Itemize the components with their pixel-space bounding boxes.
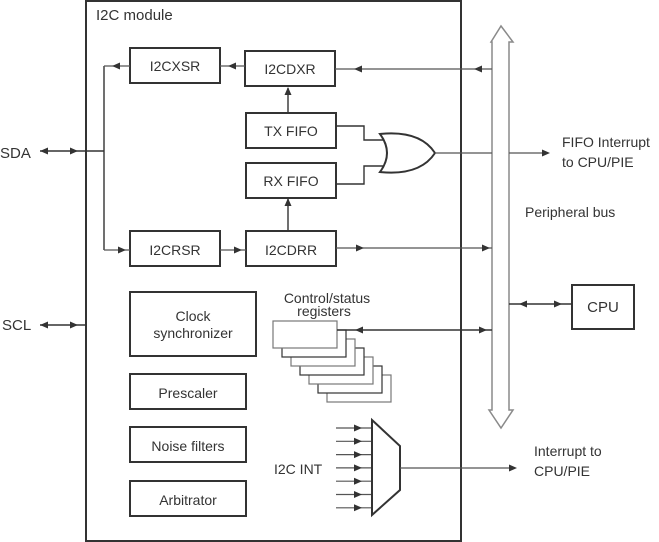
svg-text:I2CDXR: I2CDXR [264,61,315,77]
cpu-bus-line [509,300,572,308]
control-status-label-2: registers [297,303,351,319]
control-status-register [272,320,338,349]
i2cxsr-block: I2CXSR [129,47,221,84]
sda-line [40,66,105,250]
i2cdrr-block: I2CDRR [245,230,337,267]
svg-text:synchronizer: synchronizer [153,325,233,341]
svg-text:RX FIFO: RX FIFO [263,173,318,189]
cpu-block: CPU [571,284,635,330]
i2cdxr-block: I2CDXR [244,50,336,87]
i2c-block-diagram: I2C module Peripheral bus SDA SCL I2CXSR… [0,0,650,542]
peripheral-bus [487,24,515,430]
mux-input-lines [336,424,372,512]
mux-input-arrow [354,464,362,472]
control-status-register-stack [272,320,392,403]
svg-text:Noise filters: Noise filters [151,438,224,454]
interrupt-mux [371,417,401,518]
i2c-int-label: I2C INT [274,461,323,477]
scl-line [40,321,86,329]
svg-text:Clock: Clock [175,308,211,324]
register-bus-line [337,326,492,334]
peripheral-bus-label: Peripheral bus [525,204,615,220]
svg-text:I2CXSR: I2CXSR [150,58,201,74]
mux-input-arrow [354,477,362,485]
svg-text:Prescaler: Prescaler [158,385,217,401]
or-gate [336,125,437,185]
noise-filters-block: Noise filters [129,426,247,463]
svg-text:I2CDRR: I2CDRR [265,242,317,258]
svg-text:I2CRSR: I2CRSR [149,242,200,258]
svg-text:Arbitrator: Arbitrator [159,492,217,508]
fifo-interrupt-label-1: FIFO Interrupt [562,134,650,150]
mux-input-arrow [354,424,362,432]
svg-text:CPU: CPU [587,299,619,316]
i2crsr-block: I2CRSR [129,230,221,267]
svg-text:TX FIFO: TX FIFO [264,123,318,139]
interrupt-output-line [400,464,517,472]
rx-fifo-block: RX FIFO [245,162,337,199]
mux-input-arrow [354,437,362,445]
tx-fifo-block: TX FIFO [245,112,337,149]
module-title: I2C module [96,7,173,24]
prescaler-block: Prescaler [129,373,247,410]
interrupt-label-2: CPU/PIE [534,463,590,479]
fifo-interrupt-label-2: to CPU/PIE [562,154,634,170]
clock-synchronizer-block: Clock synchronizer [129,291,257,357]
mux-input-arrow [354,504,362,512]
interrupt-label-1: Interrupt to [534,443,602,459]
arbitrator-block: Arbitrator [129,480,247,517]
mux-input-arrow [354,491,362,498]
scl-label: SCL [2,317,31,334]
mux-input-arrow [354,451,362,459]
sda-label: SDA [0,145,31,162]
